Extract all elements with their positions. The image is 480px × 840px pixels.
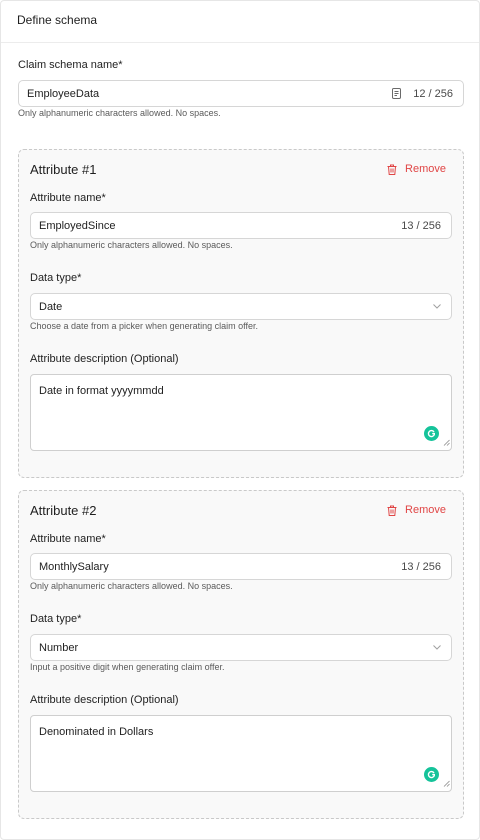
schema-name-counter: 12 / 256	[413, 87, 453, 100]
schema-name-input[interactable]: EmployeeData 12 / 256	[18, 80, 464, 107]
resize-handle-icon[interactable]	[443, 776, 450, 790]
data-type-select[interactable]: Date	[30, 293, 452, 320]
attribute-description-value: Denominated in Dollars	[39, 726, 154, 738]
data-type-value: Number	[39, 641, 79, 654]
remove-attribute-button[interactable]: Remove	[387, 163, 446, 175]
data-type-label: Data type*	[30, 272, 82, 284]
page-title: Define schema	[17, 13, 98, 27]
data-type-help: Choose a date from a picker when generat…	[30, 321, 258, 331]
attribute-description-label: Attribute description (Optional)	[30, 694, 179, 706]
attribute-description-textarea[interactable]: Date in format yyyymmdd	[30, 374, 452, 451]
grammarly-icon[interactable]	[424, 767, 439, 782]
attribute-name-counter: 13 / 256	[401, 560, 441, 573]
attribute-name-help: Only alphanumeric characters allowed. No…	[30, 240, 233, 250]
attribute-card-2: Attribute #2 Remove Attribute name* Mont…	[18, 490, 464, 819]
schema-name-label: Claim schema name*	[18, 59, 123, 71]
data-type-help: Input a positive digit when generating c…	[30, 662, 225, 672]
attribute-name-value: MonthlySalary	[39, 560, 109, 573]
attribute-card-1: Attribute #1 Remove Attribute name* Empl…	[18, 149, 464, 478]
define-schema-card: Define schema Claim schema name* Employe…	[0, 0, 480, 840]
attribute-name-value: EmployedSince	[39, 219, 116, 232]
schema-name-help: Only alphanumeric characters allowed. No…	[18, 108, 221, 118]
attribute-name-label: Attribute name*	[30, 192, 106, 204]
trash-icon	[387, 164, 405, 175]
attribute-name-counter: 13 / 256	[401, 219, 441, 232]
remove-label: Remove	[405, 504, 446, 516]
attribute-title: Attribute #1	[30, 162, 97, 177]
attribute-name-input[interactable]: EmployedSince 13 / 256	[30, 212, 452, 239]
clipboard-icon[interactable]	[392, 88, 402, 99]
data-type-value: Date	[39, 300, 63, 313]
data-type-label: Data type*	[30, 613, 82, 625]
schema-name-value: EmployeeData	[27, 87, 100, 100]
data-type-select[interactable]: Number	[30, 634, 452, 661]
attribute-title: Attribute #2	[30, 503, 97, 518]
attribute-name-input[interactable]: MonthlySalary 13 / 256	[30, 553, 452, 580]
attribute-description-label: Attribute description (Optional)	[30, 353, 179, 365]
attribute-description-value: Date in format yyyymmdd	[39, 385, 164, 397]
trash-icon	[387, 505, 405, 516]
chevron-down-icon	[433, 304, 441, 309]
attribute-description-textarea[interactable]: Denominated in Dollars	[30, 715, 452, 792]
attribute-name-label: Attribute name*	[30, 533, 106, 545]
card-header: Define schema	[1, 1, 479, 43]
grammarly-icon[interactable]	[424, 426, 439, 441]
resize-handle-icon[interactable]	[443, 435, 450, 449]
remove-label: Remove	[405, 163, 446, 175]
remove-attribute-button[interactable]: Remove	[387, 504, 446, 516]
chevron-down-icon	[433, 645, 441, 650]
attribute-name-help: Only alphanumeric characters allowed. No…	[30, 581, 233, 591]
